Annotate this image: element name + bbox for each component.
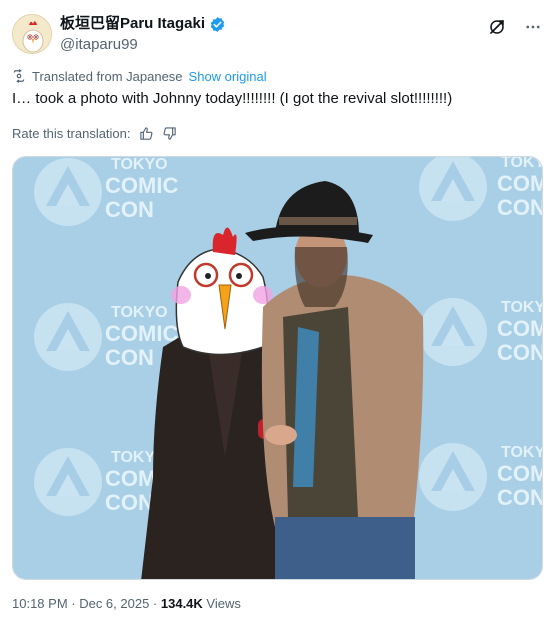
grok-icon (490, 20, 504, 34)
translate-icon (13, 69, 25, 83)
backdrop-logo-line-3: CON (105, 197, 154, 222)
backdrop-logo-line-1: TOKYO (111, 157, 168, 173)
author-names: 板垣巴留Paru Itagaki @itaparu99 (60, 14, 226, 55)
avatar[interactable] (12, 14, 52, 54)
tweet-photo[interactable]: TOKYO COMIC CON TOKYO COMIC CON TOKYO CO… (12, 156, 543, 580)
backdrop-logo-line-2b: COMIC (497, 171, 543, 196)
translation-notice: Translated from Japanese Show original (12, 67, 267, 85)
author-display-name[interactable]: 板垣巴留Paru Itagaki (60, 14, 205, 34)
tweet-timestamp[interactable]: 10:18 PM · Dec 6, 2025 · (12, 596, 157, 611)
backdrop-logo-line-2f: COMIC (497, 461, 543, 486)
photo-image: TOKYO COMIC CON TOKYO COMIC CON TOKYO CO… (13, 157, 543, 579)
views-label: Views (206, 596, 241, 611)
backdrop-logo-line-2c: COMIC (105, 321, 178, 346)
backdrop-logo-line-2d: COMIC (497, 316, 543, 341)
tweet-text: I… took a photo with Johnny today!!!!!!!… (12, 90, 453, 107)
rate-translation: Rate this translation: (12, 124, 177, 142)
author-display-name-row[interactable]: 板垣巴留Paru Itagaki (60, 14, 226, 34)
thumbs-up-icon[interactable] (139, 126, 154, 141)
more-options-icon (526, 25, 540, 29)
backdrop-logo-line-3d: CON (497, 340, 543, 365)
views-count: 134.4K (160, 596, 203, 611)
backdrop-logo-line-3b: CON (497, 195, 543, 220)
backdrop-logo-line-1f: TOKYO (501, 444, 543, 461)
backdrop-logo-line-3e: CON (105, 490, 154, 515)
verified-badge-icon (210, 16, 225, 32)
tweet-header: 板垣巴留Paru Itagaki @itaparu99 (12, 12, 548, 56)
rooster-avatar-icon (13, 15, 51, 53)
header-actions (486, 16, 544, 38)
backdrop-logo-line-1d: TOKYO (501, 299, 543, 316)
grok-button[interactable] (486, 16, 508, 38)
translation-label: Translated from Japanese (32, 68, 183, 84)
backdrop-logo-line-3f: CON (497, 485, 543, 510)
rate-label: Rate this translation: (12, 125, 131, 141)
thumbs-down-icon[interactable] (162, 126, 177, 141)
backdrop-logo-line-1b: TOKYO (501, 157, 543, 171)
show-original-link[interactable]: Show original (189, 69, 267, 84)
backdrop-logo-line-1c: TOKYO (111, 304, 168, 321)
author-handle[interactable]: @itaparu99 (60, 35, 226, 55)
tweet-meta: 10:18 PM · Dec 6, 2025 · 134.4K Views (12, 595, 241, 613)
backdrop-logo-line-2: COMIC (105, 173, 178, 198)
more-options-button[interactable] (522, 16, 544, 38)
backdrop-logo-line-3c: CON (105, 345, 154, 370)
